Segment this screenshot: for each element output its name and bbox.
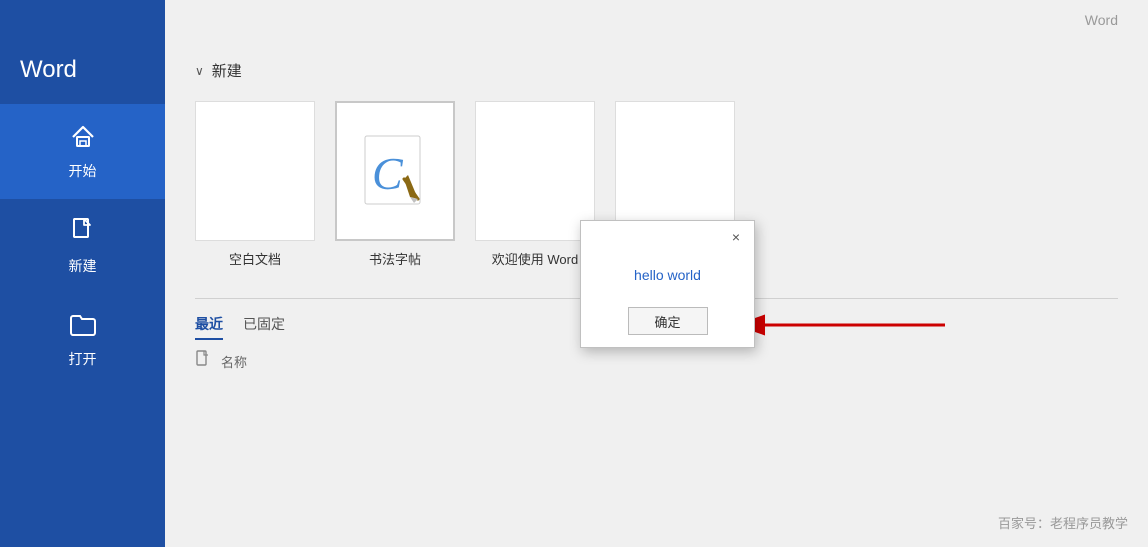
svg-text:C: C bbox=[372, 148, 404, 199]
dialog-footer: 确定 bbox=[581, 307, 754, 347]
folder-icon bbox=[68, 312, 98, 343]
sidebar-nav: 开始 新建 打开 bbox=[0, 104, 165, 547]
sidebar-item-open-label: 打开 bbox=[69, 349, 97, 369]
app-title: Word bbox=[0, 0, 165, 104]
sidebar-item-home[interactable]: 开始 bbox=[0, 104, 165, 199]
sidebar-item-home-label: 开始 bbox=[69, 161, 97, 181]
sidebar: Word 开始 bbox=[0, 0, 165, 547]
tab-recent[interactable]: 最近 bbox=[195, 314, 223, 340]
section-title: 新建 bbox=[212, 60, 242, 81]
new-doc-icon bbox=[70, 217, 96, 250]
sidebar-item-new[interactable]: 新建 bbox=[0, 199, 165, 294]
tab-pinned[interactable]: 已固定 bbox=[243, 314, 285, 340]
dialog-ok-button[interactable]: 确定 bbox=[628, 307, 708, 335]
template-welcome-thumb bbox=[475, 101, 595, 241]
template-calligraphy-label: 书法字帖 bbox=[369, 249, 421, 268]
template-blank[interactable]: 空白文档 bbox=[195, 101, 315, 268]
template-calligraphy-thumb: C bbox=[335, 101, 455, 241]
topbar: Word bbox=[165, 0, 1148, 40]
template-blank-thumb bbox=[195, 101, 315, 241]
dialog-message: hello world bbox=[634, 267, 701, 283]
file-icon bbox=[195, 350, 211, 373]
new-section-header: ∨ 新建 bbox=[195, 60, 1118, 81]
section-toggle[interactable]: ∨ bbox=[195, 64, 204, 78]
home-icon bbox=[69, 122, 97, 155]
template-welcome-label: 欢迎使用 Word bbox=[492, 249, 578, 268]
sidebar-item-open[interactable]: 打开 bbox=[0, 294, 165, 387]
dialog-box: × hello world 确定 bbox=[580, 220, 755, 348]
topbar-title: Word bbox=[1085, 12, 1118, 28]
main-content: Word ∨ 新建 空白文档 C bbox=[165, 0, 1148, 547]
sidebar-item-new-label: 新建 bbox=[69, 256, 97, 276]
template-blank-label: 空白文档 bbox=[229, 249, 281, 268]
file-list-header: 名称 bbox=[195, 350, 1118, 373]
template-welcome[interactable]: 欢迎使用 Word bbox=[475, 101, 595, 268]
dialog-close-button[interactable]: × bbox=[726, 227, 746, 247]
template-calligraphy[interactable]: C 书法字帖 bbox=[335, 101, 455, 268]
dialog-body: hello world bbox=[581, 247, 754, 307]
file-list-name-header: 名称 bbox=[221, 352, 247, 371]
dialog-header: × bbox=[581, 221, 754, 247]
